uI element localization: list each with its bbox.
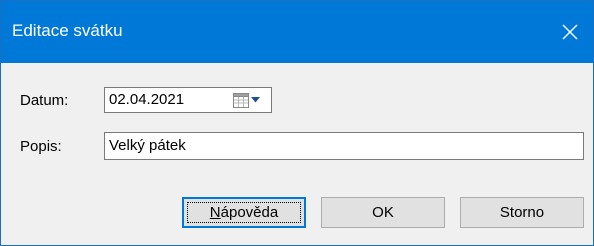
close-icon: [562, 24, 578, 40]
ok-button-label: OK: [372, 203, 394, 221]
description-value[interactable]: Velký pátek: [109, 137, 186, 155]
ok-button[interactable]: OK: [321, 197, 445, 228]
help-label-rest: ápověda: [220, 203, 279, 221]
date-value[interactable]: 02.04.2021: [109, 91, 184, 109]
window-title: Editace svátku: [12, 21, 123, 40]
dialog-window: Editace svátku Datum: 02.04.2021 Popis: …: [0, 0, 594, 246]
date-label: Datum:: [20, 92, 69, 109]
chevron-down-icon: [251, 97, 260, 103]
date-picker-button[interactable]: [229, 90, 269, 110]
date-field[interactable]: 02.04.2021: [104, 87, 272, 113]
dialog-body: Datum: 02.04.2021 Popis: Velký pátek Náp…: [1, 63, 593, 245]
title-bar[interactable]: Editace svátku: [1, 1, 593, 63]
help-mnemonic: N: [209, 203, 221, 221]
close-button[interactable]: [547, 1, 593, 63]
help-button[interactable]: Nápověda: [182, 197, 306, 228]
help-button-label: Nápověda: [210, 204, 278, 222]
calendar-icon: [233, 93, 249, 108]
description-label: Popis:: [20, 138, 62, 155]
description-field[interactable]: Velký pátek: [104, 132, 584, 160]
cancel-button[interactable]: Storno: [460, 197, 584, 228]
cancel-button-label: Storno: [499, 203, 545, 221]
